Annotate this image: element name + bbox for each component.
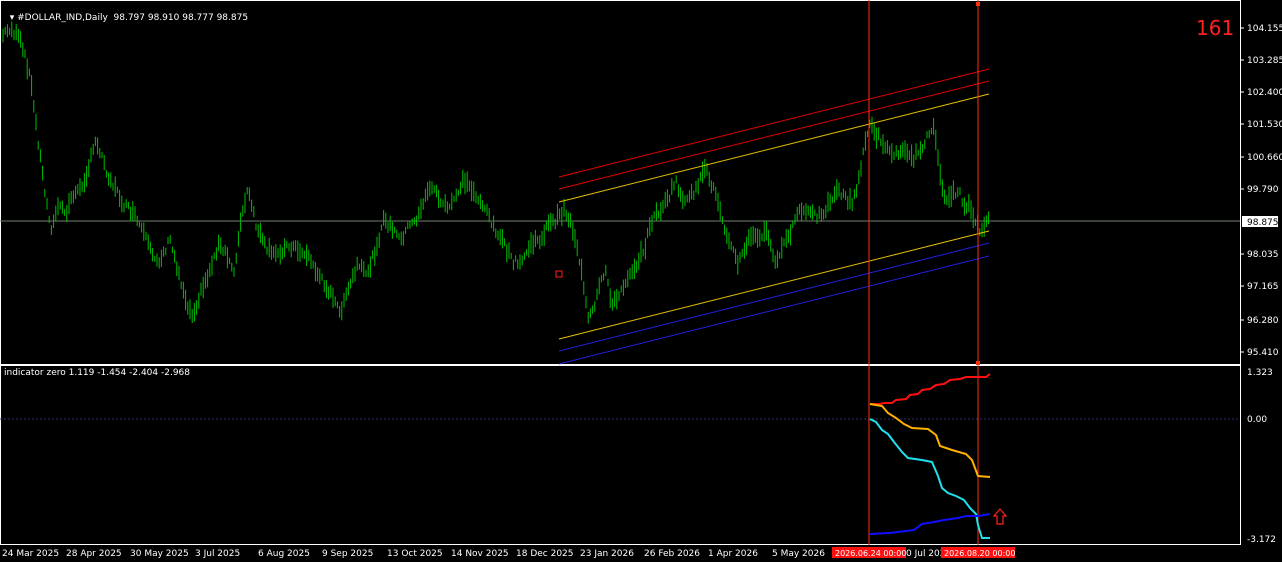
ind-tick-top: 1.323 xyxy=(1247,368,1273,378)
symbol-name: #DOLLAR_IND,Daily xyxy=(17,13,108,23)
vertical-marker-2-handle-top[interactable] xyxy=(976,2,980,6)
ohlc-values: 98.797 98.910 98.777 98.875 xyxy=(113,13,249,23)
signal-marker[interactable] xyxy=(555,270,563,278)
indicator-panel-frame xyxy=(0,365,1241,545)
time-axis-label: 3 Jul 2025 xyxy=(195,549,240,559)
price-tick-label: 95.410 xyxy=(1247,348,1279,358)
time-axis-label: 9 Sep 2025 xyxy=(322,549,373,559)
price-tick-label: 101.530 xyxy=(1247,120,1282,130)
price-tick-label: 98.035 xyxy=(1247,250,1279,260)
indicator-blue-line xyxy=(869,513,991,535)
time-axis-label: 28 Apr 2025 xyxy=(66,549,122,559)
time-axis-label: 23 Jan 2026 xyxy=(580,549,634,559)
red-channel-upper xyxy=(558,68,990,178)
blue-channel-lower xyxy=(558,255,990,365)
indicator-orange-line xyxy=(869,403,991,478)
ind-tick-bottom: -3.172 xyxy=(1247,535,1276,545)
price-tick-label: 99.790 xyxy=(1247,185,1279,195)
time-axis-label: 26 Feb 2026 xyxy=(644,549,700,559)
blue-channel-upper xyxy=(558,242,990,352)
vertical-marker-2-handle-bottom[interactable] xyxy=(976,361,980,365)
counter-label: 161 xyxy=(1196,16,1235,40)
marker-1-date: 2026.06.24 00:00 xyxy=(835,549,906,558)
red-channel-lower xyxy=(558,80,990,190)
current-price-tag-text: 98.875 xyxy=(1247,218,1279,228)
up-arrow-signal[interactable] xyxy=(992,508,1008,525)
price-axis: 104.155 103.285 102.400 101.530 100.660 99.79… xyxy=(1240,24,1282,358)
time-axis-label: 6 Aug 2025 xyxy=(258,549,310,559)
ind-tick-zero: 0.00 xyxy=(1247,415,1267,425)
time-axis-label: 24 Mar 2025 xyxy=(2,549,59,559)
indicator-header: indicator zero 1.119 -1.454 -2.404 -2.96… xyxy=(4,368,190,378)
time-axis: 24 Mar 2025 28 Apr 2025 30 May 2025 3 Jul 2… xyxy=(2,549,951,559)
price-tick-label: 96.280 xyxy=(1247,316,1279,326)
price-bars xyxy=(2,21,990,324)
time-axis-label: 30 May 2025 xyxy=(130,549,189,559)
price-tick-label: 104.155 xyxy=(1247,24,1282,34)
price-tick-label: 97.165 xyxy=(1247,282,1279,292)
main-panel-frame xyxy=(0,0,1241,365)
indicator-red-line xyxy=(870,373,991,405)
symbol-header: ▾ #DOLLAR_IND,Daily 98.797 98.910 98.777… xyxy=(4,3,248,23)
indicator-cyan-line xyxy=(869,418,990,539)
time-axis-label: 1 Apr 2026 xyxy=(708,549,758,559)
chart-canvas[interactable]: 104.155 103.285 102.400 101.530 100.660 99.79… xyxy=(0,0,1282,562)
price-tick-label: 100.660 xyxy=(1247,153,1282,163)
time-axis-label: 18 Dec 2025 xyxy=(516,549,574,559)
price-tick-label: 103.285 xyxy=(1247,56,1282,66)
time-axis-label: 5 May 2026 xyxy=(772,549,825,559)
time-axis-label: 13 Oct 2025 xyxy=(387,549,443,559)
marker-2-date: 2026.08.20 00:00 xyxy=(944,549,1015,558)
regression-channel xyxy=(558,68,990,365)
time-axis-label: 14 Nov 2025 xyxy=(451,549,509,559)
price-tick-label: 102.400 xyxy=(1247,88,1282,98)
